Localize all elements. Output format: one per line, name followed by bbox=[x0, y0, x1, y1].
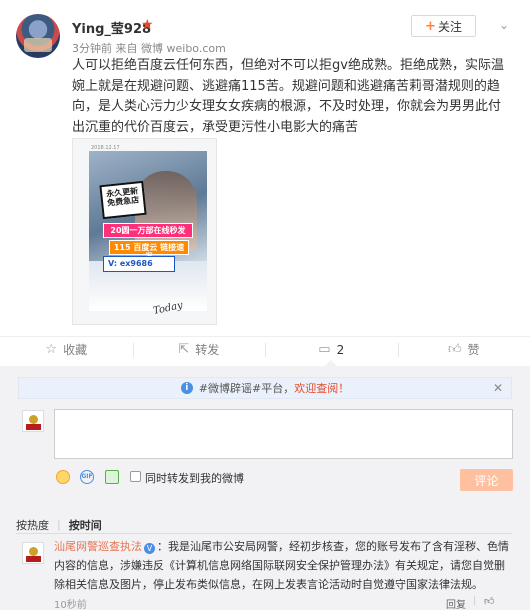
image-sticker-3: 115 百度云 链接速发 bbox=[109, 240, 189, 261]
plus-icon: + bbox=[425, 18, 436, 34]
sort-bar: 按热度 | 按时间 bbox=[16, 516, 512, 534]
notice-prefix[interactable]: #微博辟谣#平台， bbox=[199, 380, 294, 396]
post-image[interactable]: 2018.12.17 永久更新 免费急店 20圆一万部在线秒发 115 百度云 … bbox=[72, 138, 217, 325]
repost-checkbox[interactable] bbox=[130, 471, 141, 482]
comment-button[interactable]: ▭ 2 bbox=[265, 337, 398, 366]
notice-link[interactable]: 欢迎查阅！ bbox=[294, 380, 349, 396]
sort-divider: | bbox=[57, 518, 61, 531]
comment-count: 2 bbox=[336, 342, 345, 357]
chevron-down-icon[interactable]: ⌄ bbox=[496, 18, 512, 34]
post-meta: 3分钟前 来自 微博 weibo.com bbox=[72, 40, 226, 56]
comment-text: 汕尾网警巡查执法 V ：我是汕尾市公安局网警，经初步核查，您的账号发布了含有淫秽、色… bbox=[54, 537, 514, 594]
comment-author[interactable]: 汕尾网警巡查执法 bbox=[54, 540, 142, 553]
repost-checkbox-label[interactable]: 同时转发到我的微博 bbox=[145, 470, 244, 486]
favorite-label: 收藏 bbox=[63, 343, 88, 357]
post-text: 人可以拒绝百度云任何东西，但绝对不可以拒gv绝成熟。拒绝成熟，实际温婉上就是在规… bbox=[72, 58, 504, 135]
thumb-up-icon[interactable]: 👍︎ bbox=[484, 595, 494, 607]
user-name[interactable]: Ying_莹928 bbox=[72, 18, 151, 37]
gif-icon[interactable]: GIF bbox=[80, 470, 94, 484]
my-avatar[interactable] bbox=[22, 410, 44, 432]
emoji-icon[interactable] bbox=[56, 470, 70, 484]
notice-bar: i #微博辟谣#平台， 欢迎查阅！ ✕ bbox=[18, 377, 512, 399]
reply-button[interactable]: 回复 bbox=[446, 596, 466, 610]
submit-comment-button[interactable]: 评论 bbox=[460, 469, 513, 491]
repost-icon: ⇱ bbox=[178, 342, 190, 357]
like-label: 赞 bbox=[467, 343, 480, 357]
image-sticker-1: 永久更新 免费急店 bbox=[99, 180, 147, 220]
picture-icon[interactable] bbox=[105, 470, 119, 484]
favorite-button[interactable]: ☆ 收藏 bbox=[0, 337, 133, 362]
star-icon: ★ bbox=[141, 17, 154, 33]
comment-avatar[interactable] bbox=[22, 542, 44, 564]
image-sticker-4: V: ex9686 bbox=[103, 256, 175, 272]
comment-input[interactable] bbox=[54, 409, 513, 459]
repost-button[interactable]: ⇱ 转发 bbox=[132, 337, 266, 362]
source-prefix: 来自 bbox=[115, 42, 138, 55]
comment-time: 10秒前 bbox=[54, 600, 87, 610]
like-button[interactable]: 👍︎ 赞 bbox=[397, 337, 530, 362]
image-sticker-2: 20圆一万部在线秒发 bbox=[103, 223, 193, 238]
action-bar: ☆ 收藏 ⇱ 转发 ▭ 2 👍︎ 赞 bbox=[0, 336, 530, 366]
follow-button[interactable]: + 关注 bbox=[411, 15, 476, 37]
post-source[interactable]: 微博 weibo.com bbox=[141, 42, 226, 55]
close-icon[interactable]: ✕ bbox=[493, 381, 503, 395]
info-icon: i bbox=[180, 382, 193, 394]
thumb-up-icon: 👍︎ bbox=[447, 342, 462, 357]
comment-action-divider: | bbox=[473, 595, 477, 606]
user-avatar[interactable] bbox=[16, 14, 60, 58]
verified-icon: V bbox=[144, 543, 155, 554]
comment-icon: ▭ bbox=[318, 342, 331, 357]
sort-by-time[interactable]: 按时间 bbox=[69, 517, 102, 533]
star-outline-icon: ☆ bbox=[45, 342, 58, 357]
follow-label: 关注 bbox=[437, 19, 462, 34]
sort-by-hot[interactable]: 按热度 bbox=[16, 517, 49, 533]
repost-label: 转发 bbox=[195, 343, 220, 357]
post-time[interactable]: 3分钟前 bbox=[72, 42, 112, 55]
weibo-post: Ying_莹928 ★ 3分钟前 来自 微博 weibo.com + 关注 ⌄ … bbox=[0, 0, 530, 336]
